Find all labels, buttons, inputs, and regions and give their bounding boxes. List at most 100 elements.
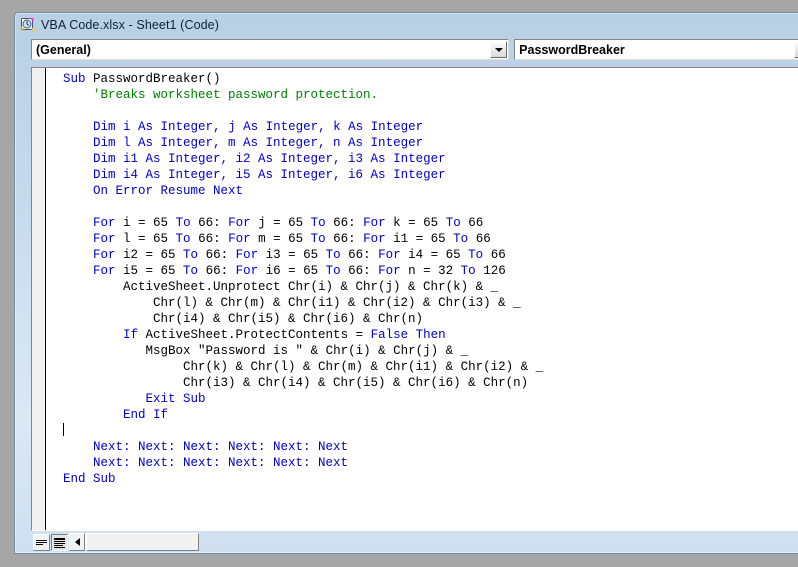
code-token: PasswordBreaker() <box>93 72 221 86</box>
code-token: i <box>123 120 139 134</box>
code-token: 66: <box>348 248 379 262</box>
margin-indicator-bar[interactable] <box>32 68 46 530</box>
code-token: Exit Sub <box>145 392 206 406</box>
code-token: As Integer, <box>243 120 334 134</box>
code-token: Next: Next: Next: Next: Next: Next <box>93 440 349 454</box>
code-token: 66: <box>348 264 379 278</box>
code-line: Chr(k) & Chr(l) & Chr(m) & Chr(i1) & Chr… <box>48 359 798 375</box>
code-token: On Error Resume Next <box>93 184 244 198</box>
window-title: VBA Code.xlsx - Sheet1 (Code) <box>41 18 219 32</box>
code-token: i3 = 65 <box>265 248 326 262</box>
code-token: To <box>468 248 491 262</box>
code-token: ActiveSheet.Unprotect Chr(i) & Chr(j) & … <box>48 280 499 294</box>
code-token: 66: <box>205 248 236 262</box>
code-token: i = <box>123 216 154 230</box>
procedure-dropdown-value: PasswordBreaker <box>519 42 625 57</box>
code-line: ActiveSheet.Unprotect Chr(i) & Chr(j) & … <box>48 279 798 295</box>
code-line: End Sub <box>48 471 798 487</box>
text-caret <box>63 423 65 436</box>
code-token: For <box>93 264 124 278</box>
editor-bottom-bar <box>31 531 798 553</box>
code-token: To <box>325 248 349 262</box>
code-token: To <box>460 264 484 278</box>
code-token: n = 32 <box>408 264 461 278</box>
code-token: Chr(k) & Chr(l) & Chr(m) & Chr(i1) & Chr… <box>48 360 544 374</box>
code-token: Next: Next: Next: Next: Next: Next <box>93 456 349 470</box>
vba-code-window: VBA Code.xlsx - Sheet1 (Code) (General) … <box>14 12 798 554</box>
vba-module-icon <box>20 17 36 33</box>
code-editor-pane[interactable]: Sub PasswordBreaker() 'Breaks worksheet … <box>31 67 798 531</box>
code-line: Exit Sub <box>48 391 798 407</box>
code-token: To <box>445 216 469 230</box>
code-token: For <box>93 216 124 230</box>
code-token: i6 = 65 <box>265 264 326 278</box>
code-line: Chr(l) & Chr(m) & Chr(i1) & Chr(i2) & Ch… <box>48 295 798 311</box>
code-token: 126 <box>483 264 506 278</box>
code-token: 66: <box>333 216 364 230</box>
code-line: MsgBox "Password is " & Chr(i) & Chr(j) … <box>48 343 798 359</box>
code-line: For i2 = 65 To 66: For i3 = 65 To 66: Fo… <box>48 247 798 263</box>
horizontal-scrollbar[interactable] <box>69 533 199 551</box>
code-token: ActiveSheet.ProtectContents = <box>145 328 371 342</box>
procedure-dropdown[interactable]: PasswordBreaker <box>514 39 798 60</box>
code-line: For i = 65 To 66: For j = 65 To 66: For … <box>48 215 798 231</box>
chevron-down-icon[interactable] <box>794 41 798 58</box>
code-token: l = 65 <box>123 232 176 246</box>
arrow-left-icon[interactable] <box>69 533 85 551</box>
full-module-view-icon <box>54 537 65 548</box>
code-token: For <box>378 248 409 262</box>
title-bar[interactable]: VBA Code.xlsx - Sheet1 (Code) <box>15 13 798 37</box>
code-token: MsgBox <box>48 344 199 358</box>
code-token: As Integer, <box>138 120 229 134</box>
code-line: End If <box>48 407 798 423</box>
code-token: For <box>363 232 394 246</box>
chevron-down-icon[interactable] <box>490 41 508 58</box>
code-token: For <box>228 232 259 246</box>
code-token: To <box>183 248 206 262</box>
code-token: j = 65 <box>258 216 311 230</box>
full-module-view-button[interactable] <box>51 534 68 551</box>
code-token: 65 <box>153 216 176 230</box>
code-line: Chr(i4) & Chr(i5) & Chr(i6) & Chr(n) <box>48 311 798 327</box>
object-dropdown[interactable]: (General) <box>31 39 510 60</box>
code-token: k <box>333 120 349 134</box>
code-line: Dim i4 As Integer, i5 As Integer, i6 As … <box>48 167 798 183</box>
code-token: End If <box>123 408 169 422</box>
horizontal-scrollbar-thumb[interactable] <box>86 533 199 551</box>
code-token: To <box>325 264 349 278</box>
code-line <box>48 423 798 439</box>
code-token: For <box>363 216 394 230</box>
code-text-area[interactable]: Sub PasswordBreaker() 'Breaks worksheet … <box>48 69 798 530</box>
code-line: Dim i1 As Integer, i2 As Integer, i3 As … <box>48 151 798 167</box>
code-token: Dim l As Integer, m As Integer, n As Int… <box>93 136 424 150</box>
code-line: Dim l As Integer, m As Integer, n As Int… <box>48 135 798 151</box>
code-line: For i5 = 65 To 66: For i6 = 65 To 66: Fo… <box>48 263 798 279</box>
procedure-view-button[interactable] <box>33 534 50 551</box>
code-token: False Then <box>370 328 446 342</box>
code-token: 66: <box>198 232 229 246</box>
code-token: 66: <box>198 216 229 230</box>
code-token: "Password is " <box>198 344 304 358</box>
code-token: 'Breaks worksheet password protection. <box>93 88 379 102</box>
code-token: For <box>235 264 266 278</box>
code-token: For <box>93 232 124 246</box>
code-line: Sub PasswordBreaker() <box>48 71 798 87</box>
code-token: i2 = 65 <box>123 248 184 262</box>
code-token: End Sub <box>63 472 116 486</box>
code-token: Dim i1 As Integer, i2 As Integer, i3 As … <box>93 152 446 166</box>
code-line: Next: Next: Next: Next: Next: Next <box>48 439 798 455</box>
code-line: On Error Resume Next <box>48 183 798 199</box>
